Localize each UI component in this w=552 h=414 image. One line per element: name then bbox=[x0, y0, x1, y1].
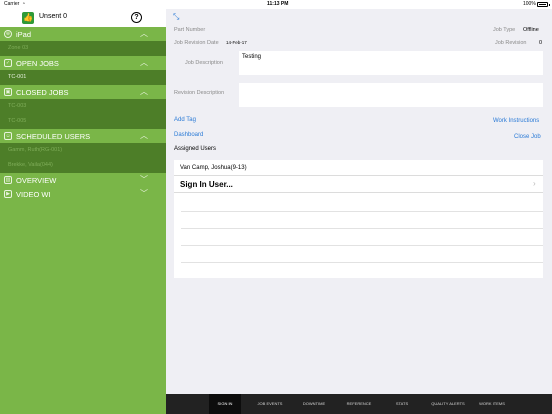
job-revision-value: 0 bbox=[539, 40, 543, 46]
job-revision-date-label: Job Revision Date bbox=[174, 40, 219, 46]
list-item[interactable]: TC-001 bbox=[0, 70, 166, 85]
assigned-users-label: Assigned Users bbox=[174, 146, 217, 152]
list-item[interactable]: Zone 03 bbox=[0, 41, 166, 56]
work-instructions-link[interactable]: Work Instructions bbox=[493, 118, 539, 124]
clock: 11:13 PM bbox=[267, 1, 289, 7]
sidebar: 👍 Unsent 0 ? ⊕ iPad ︿ Zone 03 ✓ OPEN JOB… bbox=[0, 9, 166, 414]
list-item-label: TC-003 bbox=[8, 103, 27, 109]
job-detail-panel: ⤡ Part Number Job Type Offline Job Revis… bbox=[166, 9, 552, 394]
section-header-overview[interactable]: ▥ OVERVIEW ﹀ bbox=[0, 173, 166, 187]
battery-percent: 100% bbox=[523, 1, 536, 7]
list-item-label: TC-001 bbox=[8, 74, 27, 80]
globe-icon: ⊕ bbox=[4, 30, 12, 38]
close-job-link[interactable]: Close Job bbox=[514, 134, 541, 140]
chevron-up-icon: ︿ bbox=[140, 58, 148, 67]
list-item-label: Brekke, Vaila(044) bbox=[8, 162, 53, 168]
expand-icon[interactable]: ⤡ bbox=[173, 12, 183, 22]
section-header-closed-jobs[interactable]: ▣ CLOSED JOBS ︿ bbox=[0, 85, 166, 99]
revision-description-field[interactable] bbox=[239, 83, 543, 107]
job-revision-date-value: 14-Feb-17 bbox=[226, 40, 247, 45]
tab-stats[interactable]: STATS bbox=[386, 394, 418, 414]
divider bbox=[181, 228, 543, 229]
sign-in-user-row[interactable]: Sign In User... › bbox=[174, 177, 543, 193]
help-icon[interactable]: ? bbox=[131, 12, 142, 23]
job-description-field[interactable]: Testing bbox=[239, 51, 543, 75]
open-jobs-icon: ✓ bbox=[4, 59, 12, 67]
list-item-label: TC-005 bbox=[8, 118, 27, 124]
list-item[interactable]: Brekke, Vaila(044) bbox=[0, 158, 166, 173]
overview-icon: ▥ bbox=[4, 176, 12, 184]
tab-downtime[interactable]: DOWNTIME bbox=[296, 394, 332, 414]
chevron-up-icon: ︿ bbox=[140, 131, 148, 140]
chevron-down-icon: ﹀ bbox=[140, 175, 148, 184]
tab-reference[interactable]: REFERENCE bbox=[341, 394, 377, 414]
revision-description-label: Revision Description bbox=[174, 90, 225, 96]
users-icon: ☺ bbox=[4, 132, 12, 140]
list-item[interactable]: TC-005 bbox=[0, 114, 166, 129]
section-title: iPad bbox=[16, 30, 32, 39]
section-header-scheduled-users[interactable]: ☺ SCHEDULED USERS ︿ bbox=[0, 129, 166, 143]
add-tag-link[interactable]: Add Tag bbox=[174, 117, 196, 123]
section-header-ipad[interactable]: ⊕ iPad ︿ bbox=[0, 27, 166, 41]
list-item-label: Zone 03 bbox=[8, 45, 29, 51]
battery-icon bbox=[537, 2, 550, 7]
job-revision-label: Job Revision bbox=[495, 40, 527, 46]
divider bbox=[181, 245, 543, 246]
status-bar: Carrier ◔ 11:13 PM 100% bbox=[0, 0, 552, 9]
divider bbox=[181, 262, 543, 263]
tab-sign-in[interactable]: SIGN IN bbox=[209, 394, 241, 414]
sign-in-user-label: Sign In User... bbox=[180, 180, 233, 189]
unsent-count: Unsent 0 bbox=[39, 13, 68, 20]
section-title: CLOSED JOBS bbox=[16, 88, 69, 97]
section-title: OVERVIEW bbox=[16, 176, 57, 185]
list-item[interactable]: Gamm, Ruth(RG-001) bbox=[0, 143, 166, 158]
section-header-video-wi[interactable]: ▶ VIDEO WI ﹀ bbox=[0, 187, 166, 201]
section-title: VIDEO WI bbox=[16, 190, 51, 199]
thumbs-up-icon[interactable]: 👍 bbox=[22, 12, 34, 24]
table-row[interactable]: Van Camp, Joshua(9-13) bbox=[174, 160, 543, 176]
section-title: OPEN JOBS bbox=[16, 59, 59, 68]
sidebar-header: 👍 Unsent 0 ? bbox=[0, 9, 166, 27]
tab-job-events[interactable]: JOB EVENTS bbox=[250, 394, 290, 414]
list-item-label: Gamm, Ruth(RG-001) bbox=[8, 147, 63, 153]
chevron-down-icon: ﹀ bbox=[140, 189, 148, 198]
closed-jobs-icon: ▣ bbox=[4, 88, 12, 96]
chevron-right-icon: › bbox=[533, 179, 536, 188]
section-title: SCHEDULED USERS bbox=[16, 132, 91, 141]
carrier-label: Carrier bbox=[4, 1, 20, 7]
chevron-up-icon: ︿ bbox=[140, 29, 148, 38]
tab-quality-alerts[interactable]: QUALITY ALERTS bbox=[426, 394, 470, 414]
part-number-label: Part Number bbox=[174, 27, 206, 33]
job-description-label: Job Description bbox=[185, 60, 223, 66]
assigned-user-name: Van Camp, Joshua(9-13) bbox=[180, 165, 247, 171]
job-description-text: Testing bbox=[242, 54, 262, 60]
bottom-tab-bar: SIGN IN JOB EVENTS DOWNTIME REFERENCE ST… bbox=[166, 394, 552, 414]
divider bbox=[181, 211, 543, 212]
job-type-value: Offline bbox=[523, 27, 539, 33]
assigned-users-table: Van Camp, Joshua(9-13) Sign In User... › bbox=[174, 160, 543, 278]
dashboard-link[interactable]: Dashboard bbox=[174, 132, 203, 138]
list-item[interactable]: TC-003 bbox=[0, 99, 166, 114]
wifi-icon: ◔ bbox=[22, 1, 26, 7]
video-icon: ▶ bbox=[4, 190, 12, 198]
job-type-label: Job Type bbox=[493, 27, 516, 33]
chevron-up-icon: ︿ bbox=[140, 87, 148, 96]
tab-work-items[interactable]: WORK ITEMS bbox=[474, 394, 510, 414]
section-header-open-jobs[interactable]: ✓ OPEN JOBS ︿ bbox=[0, 56, 166, 70]
